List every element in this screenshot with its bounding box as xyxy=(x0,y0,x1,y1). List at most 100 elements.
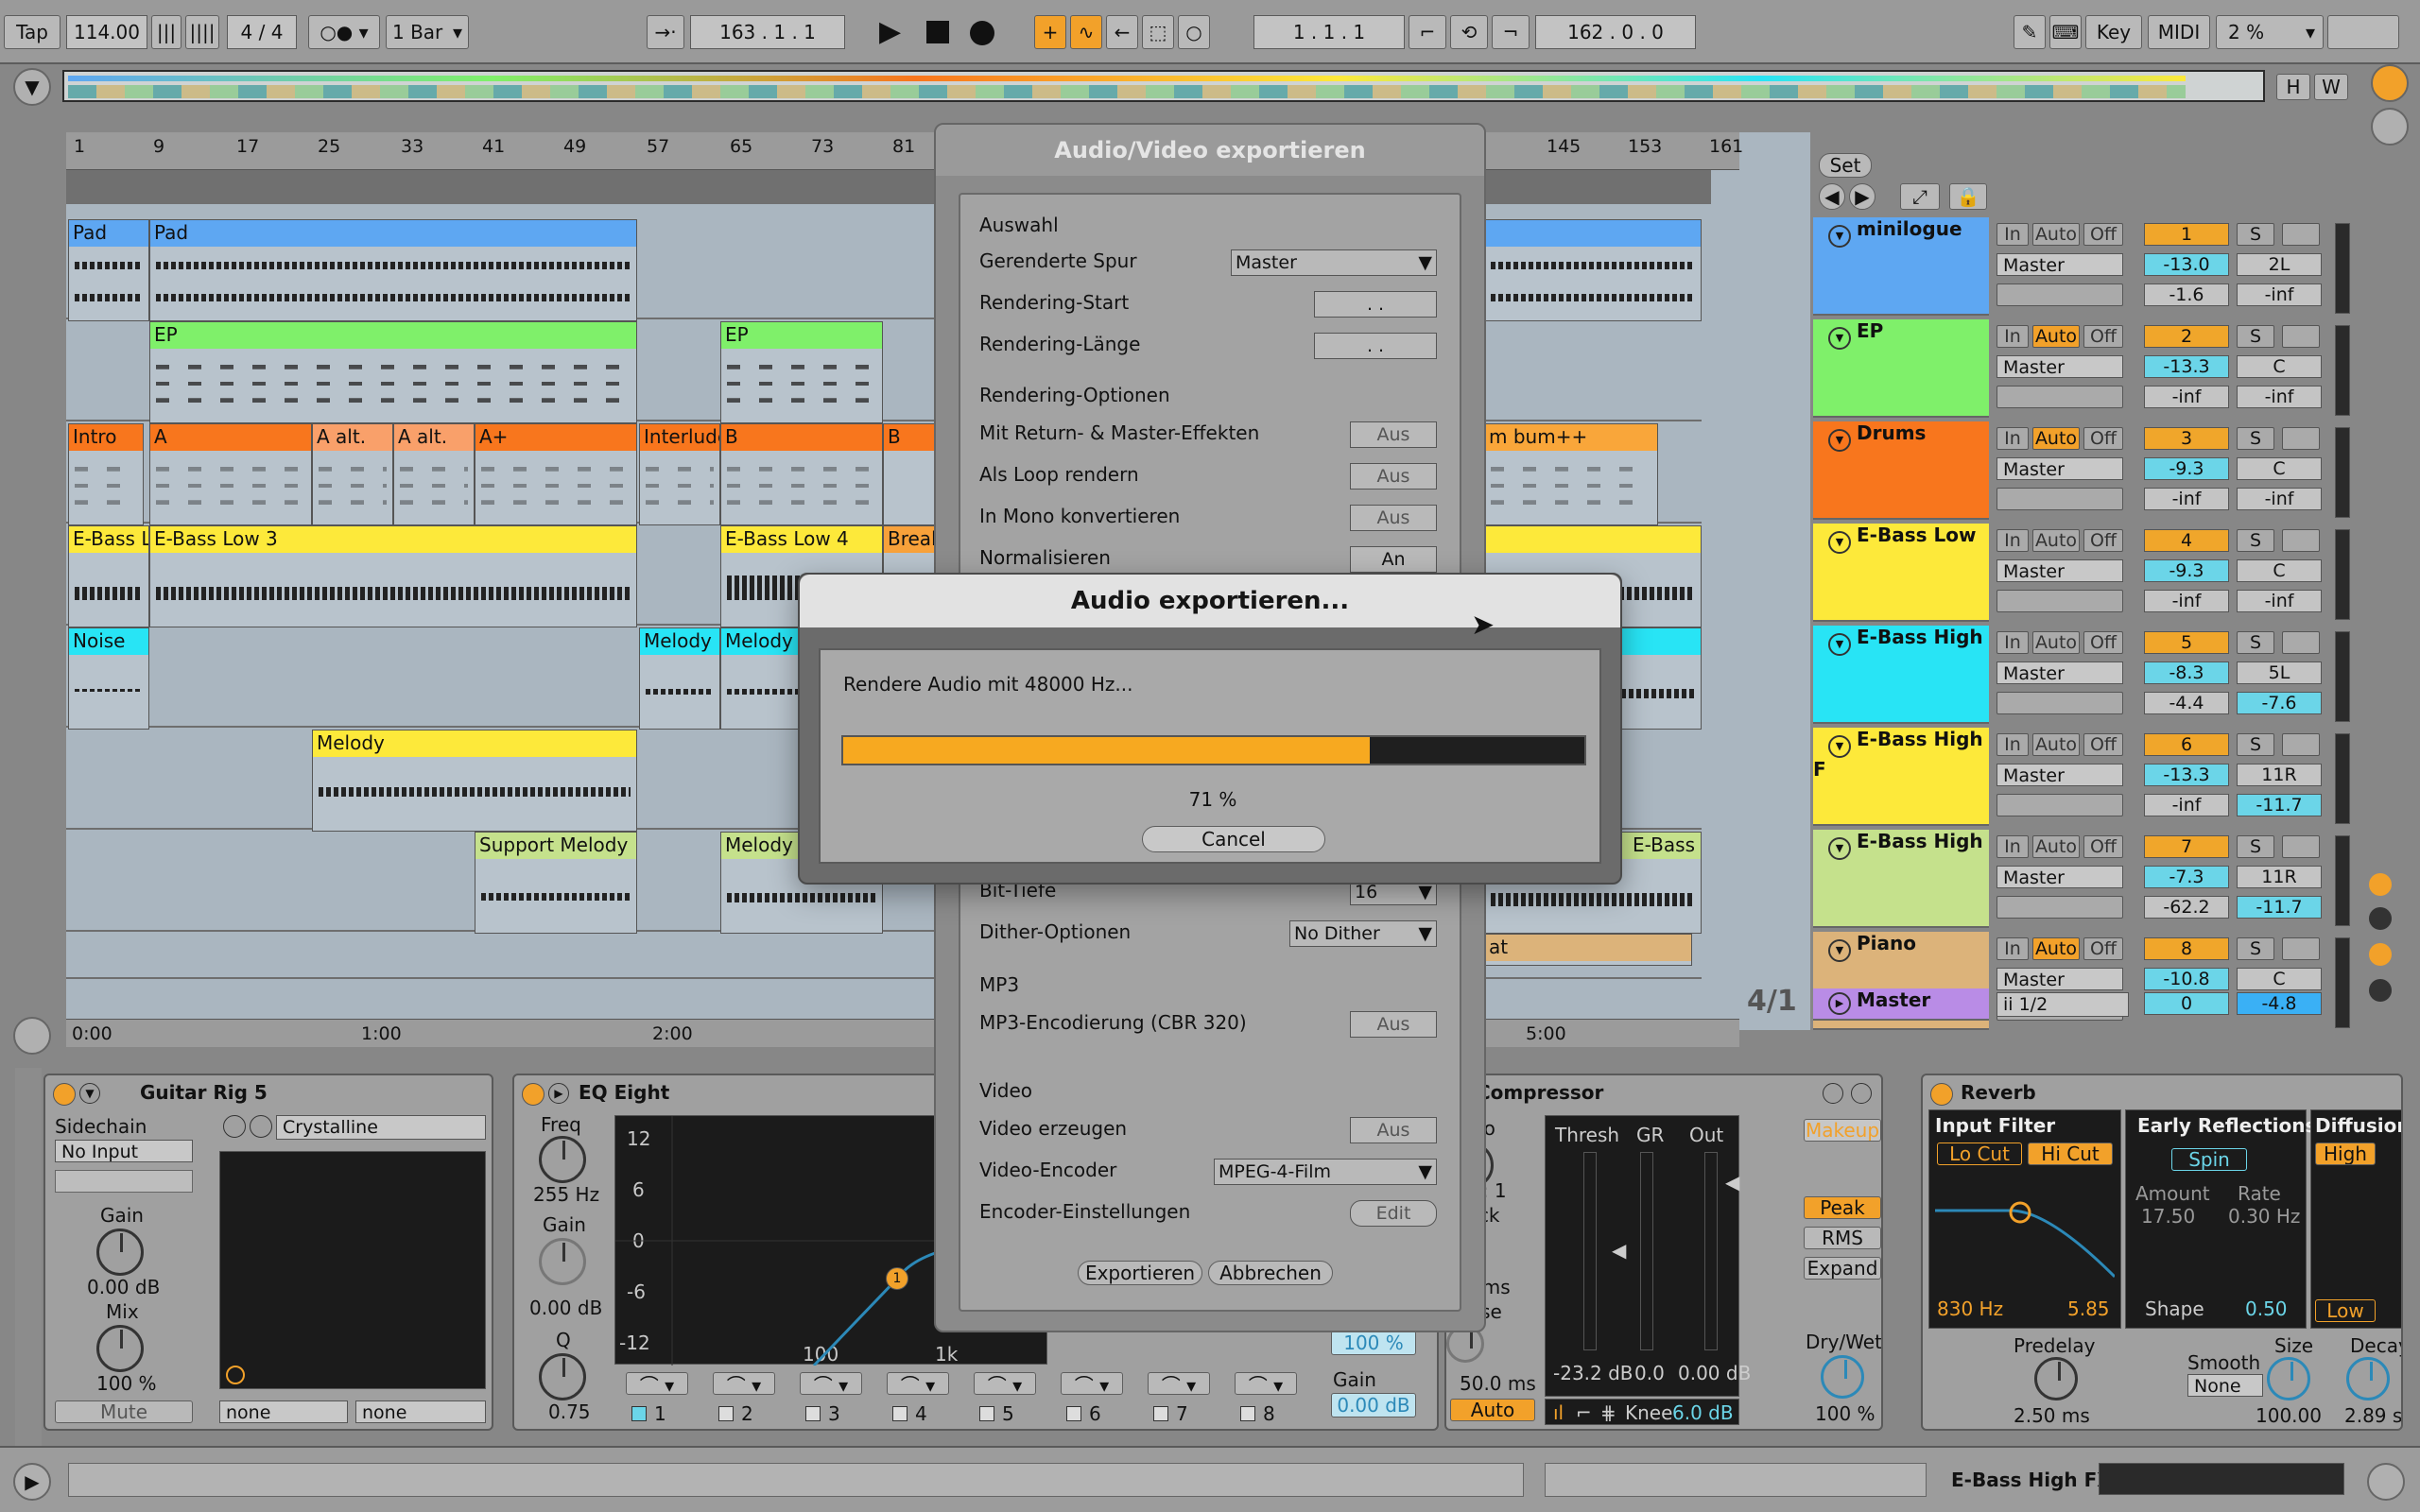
preset-save-icon[interactable] xyxy=(223,1115,246,1138)
peak-right[interactable]: -inf xyxy=(2237,488,2322,510)
volume-field[interactable]: -13.3 xyxy=(2144,355,2229,378)
fold-icon[interactable]: ▶ xyxy=(548,1083,569,1104)
overview-h-button[interactable]: H xyxy=(2276,74,2310,100)
input-button[interactable]: In xyxy=(1996,937,2029,960)
monitor-field[interactable] xyxy=(1996,488,2123,510)
clip[interactable] xyxy=(1484,219,1702,321)
input-button[interactable]: In xyxy=(1996,631,2029,654)
pan-field[interactable]: C xyxy=(2237,968,2322,990)
normalize-toggle[interactable]: An xyxy=(1350,546,1437,573)
eq-band-toggle[interactable] xyxy=(718,1406,734,1421)
track-header[interactable]: ▼ E-Bass High xyxy=(1813,626,1989,724)
output-routing-select[interactable]: Master xyxy=(1996,764,2123,786)
predelay-knob[interactable] xyxy=(2034,1357,2078,1400)
mp3-toggle[interactable]: Aus xyxy=(1350,1011,1437,1038)
clip[interactable]: at xyxy=(1484,934,1692,966)
scale-field[interactable]: 100 % xyxy=(1331,1331,1416,1355)
clip[interactable]: m bum++ xyxy=(1484,423,1658,525)
play-icon[interactable]: ▶ xyxy=(879,15,901,48)
arm-icon[interactable] xyxy=(2282,325,2320,348)
arrangement-overview[interactable] xyxy=(62,70,2265,102)
track-activator[interactable]: 8 xyxy=(2144,937,2229,960)
volume-field[interactable]: -10.8 xyxy=(2144,968,2229,990)
clip[interactable]: B xyxy=(720,423,883,525)
solo-button[interactable]: S xyxy=(2237,427,2274,450)
monitor-field[interactable] xyxy=(1996,386,2123,408)
peak-left[interactable]: -4.4 xyxy=(2144,692,2229,714)
peak-left[interactable]: -inf xyxy=(2144,386,2229,408)
peak-left[interactable]: -inf xyxy=(2144,590,2229,612)
amount-value[interactable]: 17.50 xyxy=(2141,1205,2195,1228)
draw-mode-icon[interactable]: ✎ xyxy=(2014,15,2046,49)
key-map-button[interactable]: Key xyxy=(2085,15,2142,49)
track-header[interactable]: ▼ E-Bass High xyxy=(1813,830,1989,928)
track-fold-icon[interactable]: ▼ xyxy=(1828,837,1851,860)
track-fold-icon[interactable]: ▼ xyxy=(1828,531,1851,554)
render-start-field[interactable]: . . xyxy=(1314,291,1437,318)
rendered-track-select[interactable]: Master ▼ xyxy=(1231,249,1437,276)
level-meter[interactable] xyxy=(2335,529,2350,620)
auto-button[interactable]: Auto xyxy=(2032,835,2080,858)
sidechain-source[interactable] xyxy=(55,1170,193,1193)
input-button[interactable]: In xyxy=(1996,733,2029,756)
nudge-up-icon[interactable]: |||| xyxy=(185,15,219,49)
overview-w-button[interactable]: W xyxy=(2314,74,2348,100)
out-slider-icon[interactable]: ◀ xyxy=(1725,1171,1739,1194)
track-fold-icon[interactable]: ▼ xyxy=(1828,429,1851,452)
device-chain-overview[interactable] xyxy=(2099,1463,2344,1495)
capture-icon[interactable]: ⬚ xyxy=(1142,15,1174,49)
output-routing-select[interactable]: Master xyxy=(1996,559,2123,582)
eq-band-toggle[interactable] xyxy=(1240,1406,1255,1421)
clip[interactable]: E-Bass L xyxy=(68,525,149,627)
master-routing-select[interactable]: ii 1/2 xyxy=(1996,992,2129,1017)
low-button[interactable]: Low xyxy=(2315,1299,2376,1322)
track-activator[interactable]: 7 xyxy=(2144,835,2229,858)
clip[interactable]: A alt. xyxy=(312,423,393,525)
metronome-icon[interactable]: ○● ▾ xyxy=(308,15,380,49)
macro-select-1[interactable]: none xyxy=(219,1400,348,1423)
solo-button[interactable]: S xyxy=(2237,835,2274,858)
compressor-device[interactable]: ▼ Compressor atio 00 : 1 ttack 00 ms lea… xyxy=(1444,1074,1883,1431)
input-button[interactable]: In xyxy=(1996,427,2029,450)
off-button[interactable]: Off xyxy=(2083,529,2123,552)
off-button[interactable]: Off xyxy=(2083,223,2123,246)
clip[interactable]: Noise xyxy=(68,627,149,730)
eq-band-shape-select[interactable]: ⌒ ▾ xyxy=(626,1372,688,1395)
follow-icon[interactable]: →· xyxy=(647,15,684,49)
macro-display[interactable] xyxy=(219,1151,486,1389)
output-routing-select[interactable]: Master xyxy=(1996,355,2123,378)
lock-icon[interactable]: 🔒 xyxy=(1949,183,1987,210)
mono-toggle[interactable]: Aus xyxy=(1350,505,1437,531)
clip[interactable]: Melody xyxy=(312,730,637,832)
master-volume[interactable]: 0 xyxy=(2144,992,2229,1015)
solo-button[interactable]: S xyxy=(2237,631,2274,654)
peak-left[interactable]: -62.2 xyxy=(2144,896,2229,919)
solo-button[interactable]: S xyxy=(2237,937,2274,960)
output-routing-select[interactable]: Master xyxy=(1996,866,2123,888)
rms-button[interactable]: RMS xyxy=(1804,1227,1881,1249)
set-button[interactable]: Set xyxy=(1819,153,1872,178)
thresh-meter[interactable] xyxy=(1583,1152,1597,1350)
auto-button[interactable]: Auto xyxy=(2032,529,2080,552)
monitor-field[interactable] xyxy=(1996,284,2123,306)
peak-left[interactable]: -1.6 xyxy=(2144,284,2229,306)
arm-icon[interactable] xyxy=(2282,835,2320,858)
return-master-toggle[interactable]: Aus xyxy=(1350,421,1437,448)
smooth-select[interactable]: None xyxy=(2187,1374,2263,1397)
reverb-device[interactable]: Reverb Input Filter Lo Cut Hi Cut 830 Hz… xyxy=(1921,1074,2403,1431)
solo-button[interactable]: S xyxy=(2237,733,2274,756)
arm-icon[interactable] xyxy=(2282,631,2320,654)
eq-band-point[interactable]: 1 xyxy=(886,1267,908,1290)
clip[interactable]: A xyxy=(149,423,312,525)
computer-keyboard-icon[interactable]: ⌨ xyxy=(2049,15,2082,49)
clip[interactable]: A+ xyxy=(475,423,637,525)
arm-icon[interactable] xyxy=(2282,427,2320,450)
cancel-export-button[interactable]: Abbrechen xyxy=(1208,1261,1333,1285)
detail-view-toggle-icon[interactable] xyxy=(2367,1463,2405,1501)
save-icon[interactable] xyxy=(1851,1083,1872,1104)
peak-right[interactable]: -7.6 xyxy=(2237,692,2322,714)
pan-field[interactable]: 11R xyxy=(2237,866,2322,888)
clip[interactable]: Pad xyxy=(149,219,637,321)
track-fold-icon[interactable]: ▼ xyxy=(1828,225,1851,248)
solo-button[interactable]: S xyxy=(2237,529,2274,552)
